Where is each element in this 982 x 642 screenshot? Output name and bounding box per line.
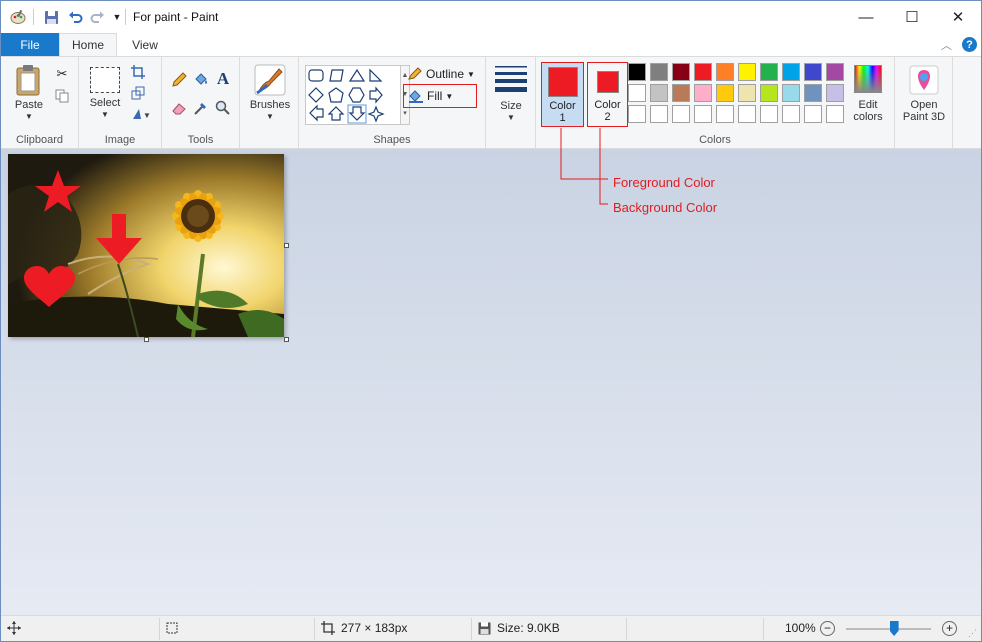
zoom-out-button[interactable]: − xyxy=(820,621,835,636)
dimensions-icon xyxy=(321,621,335,635)
zoom-slider-thumb[interactable] xyxy=(889,621,899,636)
dimensions-text: 277 × 183px xyxy=(341,621,408,635)
background-annotation: Background Color xyxy=(613,200,718,215)
file-size-text: Size: 9.0KB xyxy=(497,621,560,635)
paint-window: ▼ For paint - Paint — ☐ ✕ File Home View… xyxy=(0,0,982,642)
zoom-in-button[interactable]: + xyxy=(942,621,957,636)
zoom-level: 100% xyxy=(785,621,816,635)
disk-icon xyxy=(478,622,491,634)
resize-grip-icon[interactable]: ⋰ xyxy=(968,628,977,639)
status-bar: 277 × 183px Size: 9.0KB 100% − + ⋰ xyxy=(1,615,981,641)
cursor-position-icon xyxy=(7,621,21,635)
annotation-lines xyxy=(560,128,608,205)
selection-size-icon xyxy=(165,621,179,635)
zoom-slider-track[interactable] xyxy=(846,621,931,636)
foreground-annotation: Foreground Color xyxy=(613,175,715,190)
image-dimensions: 277 × 183px xyxy=(321,621,407,635)
file-size: Size: 9.0KB xyxy=(478,621,560,635)
